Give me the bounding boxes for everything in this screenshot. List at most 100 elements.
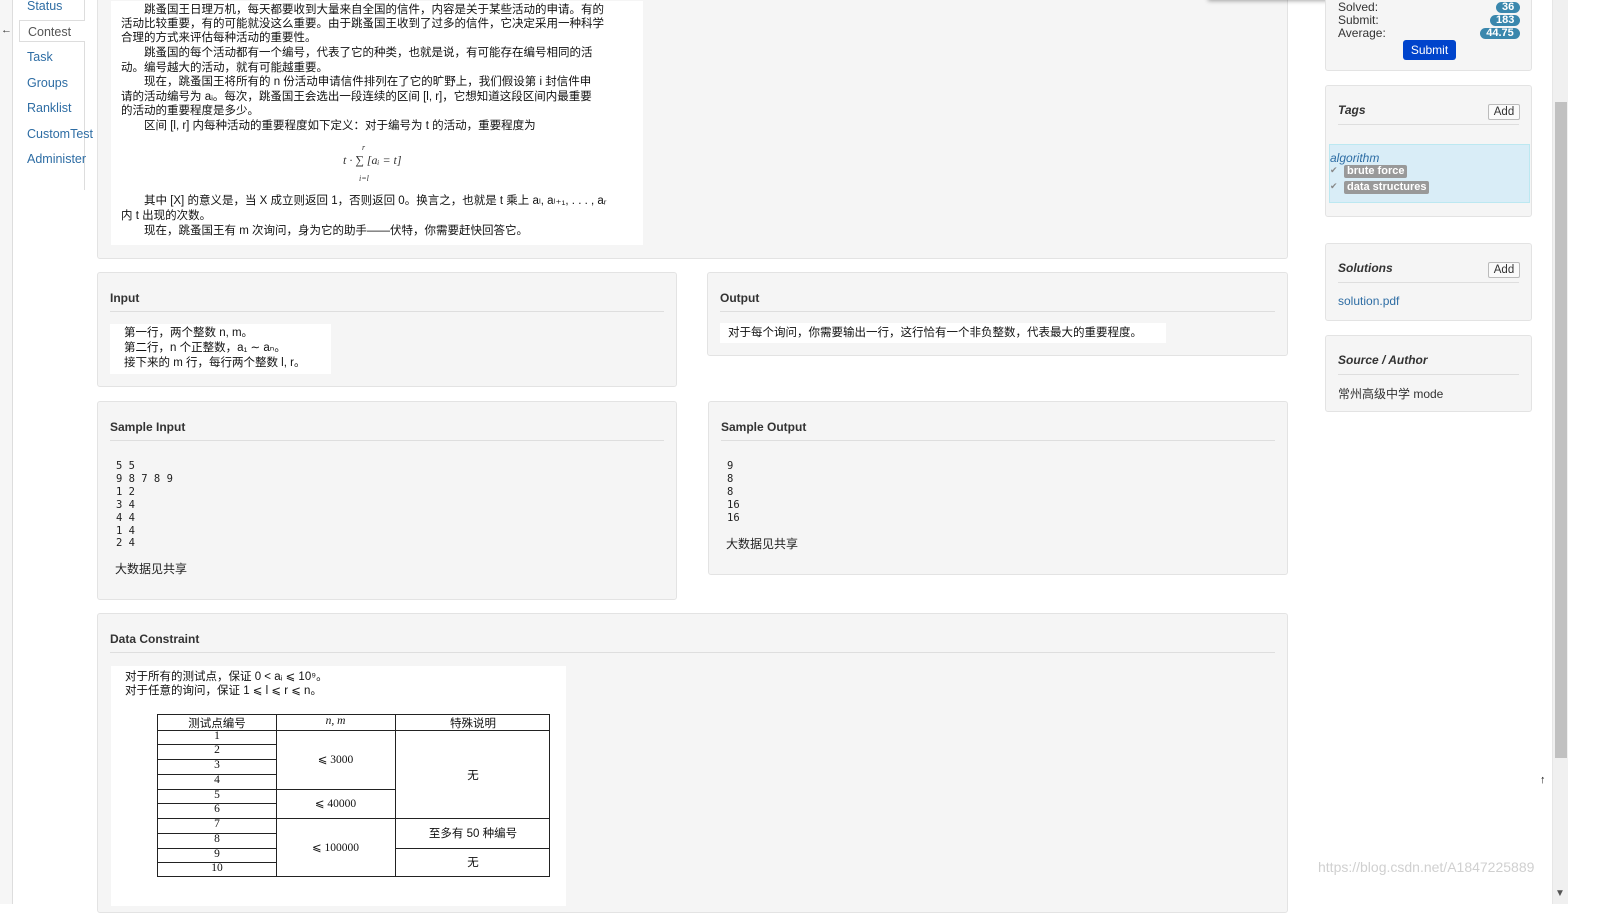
description-content: 跳蚤国王日理万机，每天都要收到大量来自全国的信件，内容是关于某些活动的申请。有的… [111,1,643,245]
sample-output-line: 9 [727,460,734,472]
divider [721,440,1275,441]
source-text: 常州高级中学 mode [1338,387,1444,401]
description-line: 动。编号越大的活动，就有可能越重要。 [121,62,328,74]
table-cell: ⩽ 40000 [314,798,357,810]
sample-output-line: 8 [727,486,734,498]
formula-body: t · ∑ [aᵢ = t] [343,153,402,167]
table-line [395,715,396,876]
formula-upper: r [362,143,366,152]
submit-button[interactable]: Submit [1403,40,1456,60]
nav-item-ranklist[interactable]: Ranklist [27,101,71,115]
sample-input-line: 5 5 [116,460,135,472]
sample-input-panel: Sample Input 5 5 9 8 7 8 9 1 2 3 4 4 4 1… [97,401,677,600]
output-panel: Output 对于每个询问，你需要输出一行，这行恰有一个非负整数，代表最大的重要… [707,272,1288,356]
output-text: 对于每个询问，你需要输出一行，这行恰有一个非负整数，代表最大的重要程度。 [728,327,1142,339]
input-panel: Input 第一行，两个整数 n, m。 第二行，n 个正整数，a₁ ∼ aₙ。… [97,272,677,387]
formula-lower: i=l [359,174,369,183]
solution-link[interactable]: solution.pdf [1338,294,1399,308]
add-solution-button[interactable]: Add [1488,262,1520,278]
table-cell: 10 [211,862,223,874]
tag-chip[interactable]: brute force [1344,165,1408,178]
nav-item-status[interactable]: Status [27,0,62,13]
stats-panel: Solved: 36 Submit: 183 Average: 44.75 Su… [1325,0,1532,71]
left-nav: Status Contest Task Groups Ranklist Cust… [19,0,93,190]
check-icon: ✔ [1330,181,1338,191]
nav-item-groups[interactable]: Groups [27,76,68,90]
source-title: Source / Author [1338,353,1428,367]
sample-output-note: 大数据见共享 [726,537,799,551]
nav-item-task[interactable]: Task [27,50,53,64]
description-panel: 跳蚤国王日理万机，每天都要收到大量来自全国的信件，内容是关于某些活动的申请。有的… [97,0,1288,259]
input-line: 接下来的 m 行，每行两个整数 l, r。 [124,357,306,369]
nav-item-contest[interactable]: Contest [19,20,85,42]
sample-output-line: 8 [727,473,734,485]
left-gutter: ← [0,0,13,904]
submit-count-badge: 183 [1490,15,1520,26]
scroll-down-icon[interactable]: ▼ [1555,888,1565,899]
table-header: n, m [325,715,346,727]
sample-input-note: 大数据见共享 [115,562,188,576]
table-cell: 1 [214,730,220,742]
solved-label: Solved: [1338,0,1379,14]
description-line: 跳蚤国王日理万机，每天都要收到大量来自全国的信件，内容是关于某些活动的申请。有的 [121,4,604,16]
divider [110,311,664,312]
tag-chip[interactable]: data structures [1344,181,1430,194]
tags-title: Tags [1338,103,1366,117]
sample-input-line: 1 2 [116,486,135,498]
watermark: https://blog.csdn.net/A1847225889 [1318,859,1535,875]
table-cell: ⩽ 3000 [317,754,354,766]
constraint-table: 测试点编号 n, m 特殊说明 1 2 3 4 5 6 7 8 9 10 ⩽ 3… [157,714,550,877]
submit-label: Submit: [1338,13,1379,27]
scroll-to-top-icon[interactable]: ↑ [1540,774,1546,786]
average-label: Average: [1338,26,1386,40]
input-title: Input [110,291,140,305]
divider [1338,374,1519,375]
input-line: 第二行，n 个正整数，a₁ ∼ aₙ。 [124,342,286,354]
description-line: 现在，跳蚤国王有 m 次询问，身为它的助手——伏特，你需要赶快回答它。 [121,225,528,237]
tag-category[interactable]: algorithm [1330,151,1379,165]
description-line: 活动比较重要，有的可能就没这么重要。由于跳蚤国王收到了过多的信件，它决定采用一种… [121,18,604,30]
divider [1338,282,1519,283]
table-cell: 3 [214,759,220,771]
description-line: 其中 [X] 的意义是，当 X 成立则返回 1，否则返回 0。换言之，也就是 t… [121,195,607,207]
description-line: 合理的方式来评估每种活动的重要性。 [121,32,317,44]
divider [1338,124,1519,125]
solutions-panel: Solutions Add solution.pdf [1325,243,1532,321]
solutions-title: Solutions [1338,261,1393,275]
description-line: 的活动的重要程度是多少。 [121,105,259,117]
data-constraint-title: Data Constraint [110,632,200,646]
sample-input-line: 1 4 [116,525,135,537]
sample-input-line: 4 4 [116,512,135,524]
divider [110,652,1275,653]
sample-input-line: 2 4 [116,537,135,549]
table-cell: 5 [214,789,220,801]
sample-output-line: 16 [727,499,740,511]
sample-input-line: 9 8 7 8 9 [116,473,173,485]
description-line: 请的活动编号为 aᵢ。每次，跳蚤国王会选出一段连续的区间 [l, r]，它想知道… [121,91,592,103]
constraint-line: 对于所有的测试点，保证 0 < aᵢ ⩽ 10⁹。 [125,671,328,683]
table-cell: 无 [467,857,479,869]
table-cell: 2 [214,744,220,756]
collapse-arrow-icon[interactable]: ← [0,22,13,38]
description-line: 区间 [l, r] 内每种活动的重要程度如下定义：对于编号为 t 的活动，重要程… [121,120,536,132]
nav-item-administer[interactable]: Administer [27,152,86,166]
table-cell: 9 [214,848,220,860]
nav-item-customtest[interactable]: CustomTest [27,127,93,141]
description-line: 现在，跳蚤国王将所有的 n 份活动申请信件排列在了它的旷野上，我们假设第 i 封… [121,76,592,88]
table-line [276,789,395,790]
description-line: 跳蚤国的每个活动都有一个编号，代表了它的种类，也就是说，有可能存在编号相同的活 [121,47,593,59]
tag-row: ✔ data structures [1330,181,1450,194]
table-cell: 6 [214,803,220,815]
table-cell: 8 [214,833,220,845]
table-header: 特殊说明 [450,718,496,730]
output-title: Output [720,291,760,305]
scrollbar-thumb[interactable] [1555,102,1567,758]
add-tag-button[interactable]: Add [1488,104,1520,120]
average-badge: 44.75 [1480,28,1520,39]
table-cell: ⩽ 100000 [311,842,359,854]
page-scrollbar[interactable] [1552,0,1568,904]
check-icon: ✔ [1330,165,1338,175]
sample-input-title: Sample Input [110,420,186,434]
divider [110,440,664,441]
tags-panel: Tags Add algorithm ✔ brute force ✔ data … [1325,85,1532,217]
